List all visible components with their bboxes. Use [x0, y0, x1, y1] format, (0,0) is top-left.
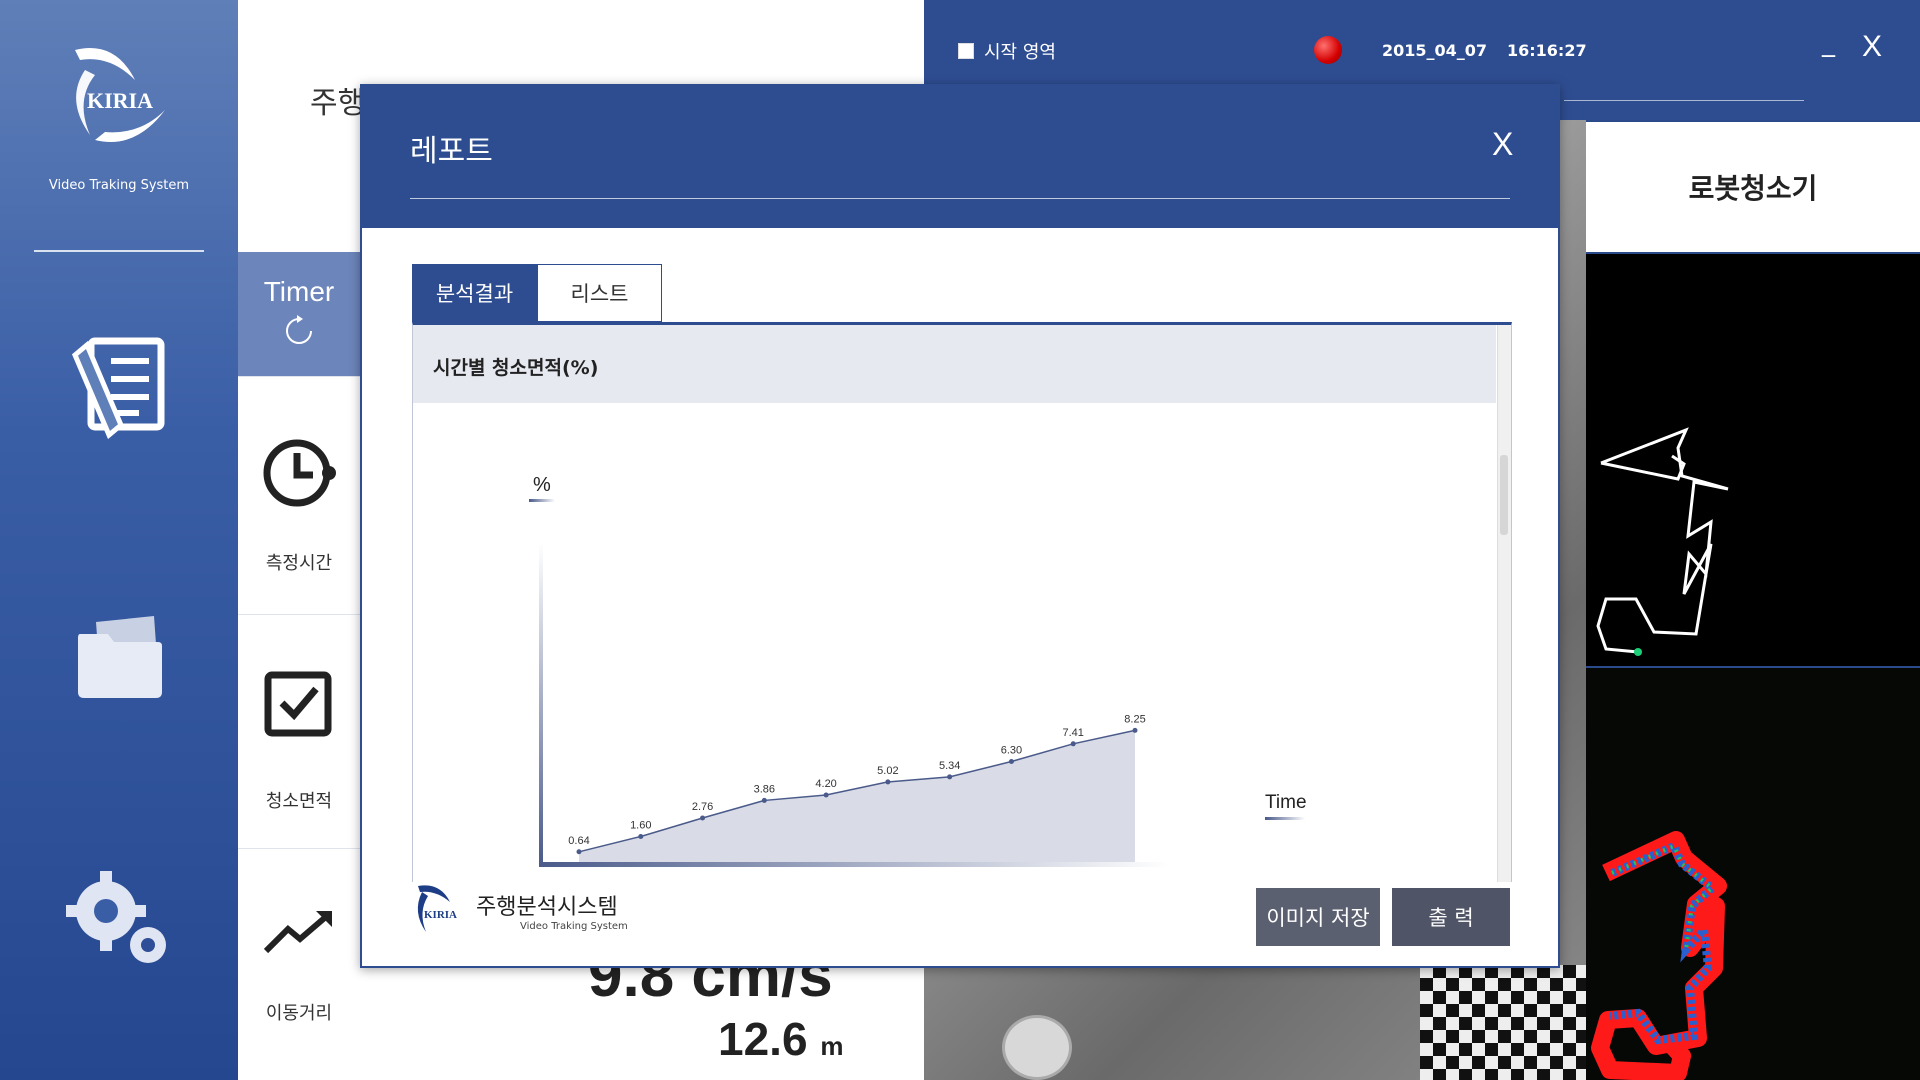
- metric-distance[interactable]: 이동거리: [238, 848, 360, 1080]
- trend-up-icon: [263, 911, 332, 954]
- sidebar-divider: [34, 250, 204, 252]
- y-axis-line: [539, 543, 543, 865]
- settings-gears-icon[interactable]: [62, 862, 176, 976]
- distance-number: 12.6: [718, 1013, 808, 1065]
- svg-text:KIRIA: KIRIA: [424, 909, 457, 921]
- chart-point: [823, 792, 829, 798]
- robot-marker: [1002, 1015, 1072, 1080]
- modal-title: 레포트: [410, 134, 493, 169]
- start-area-label: 시작 영역: [984, 42, 1056, 63]
- folder-icon[interactable]: [62, 600, 176, 714]
- section-header: 시간별 청소면적(%): [413, 325, 1496, 403]
- metric-label-area: 청소면적: [265, 791, 333, 812]
- chart-data-label: 5.34: [939, 760, 960, 772]
- chart-point: [1008, 759, 1014, 765]
- chart-svg: % Time 0.64 1.60 2.76 3.86 4.20 5.02 5.34 6.30 7…: [529, 474, 1307, 867]
- modal-header-divider: [410, 198, 1510, 199]
- print-button[interactable]: 출 력: [1392, 888, 1510, 946]
- record-indicator-icon[interactable]: [1314, 36, 1342, 64]
- metric-label-time: 측정시간: [265, 553, 333, 574]
- distance-value: 12.6 m: [718, 1012, 843, 1066]
- report-content: 시간별 청소면적(%) % Time 0.64 1.60 2.76 3.86 4…: [412, 322, 1512, 882]
- content-scrollbar[interactable]: [1497, 325, 1511, 882]
- chart-point: [638, 833, 644, 839]
- tab-list[interactable]: 리스트: [537, 264, 662, 322]
- chart-data-label: 4.20: [815, 778, 836, 790]
- x-axis-line: [539, 862, 1169, 867]
- chart-data-label: 0.64: [568, 835, 589, 847]
- chart-data-label: 2.76: [692, 801, 713, 813]
- coverage-heatmap-panel: [1586, 668, 1920, 1080]
- minimize-button[interactable]: _: [1822, 28, 1835, 58]
- trajectory-panel: [1586, 254, 1920, 666]
- logo-text: KIRIA: [87, 88, 153, 113]
- save-image-button[interactable]: 이미지 저장: [1256, 888, 1380, 946]
- report-tabs: 분석결과 리스트: [412, 264, 662, 322]
- footer-title: 주행분석시스템: [476, 894, 618, 920]
- chart-point: [700, 815, 706, 821]
- sidebar: KIRIA Video Traking System: [0, 0, 238, 1080]
- close-window-button[interactable]: X: [1862, 30, 1882, 64]
- page-title: 주행: [310, 86, 366, 121]
- section-title: 시간별 청소면적(%): [433, 357, 599, 379]
- modal-close-button[interactable]: X: [1492, 126, 1513, 163]
- checkerboard-pattern: [1420, 965, 1586, 1080]
- chart-point: [576, 849, 582, 855]
- chart-point: [1132, 727, 1138, 733]
- chart-data-label: 1.60: [630, 819, 651, 831]
- kiria-footer-logo: KIRIA: [417, 885, 457, 932]
- chart-point: [1070, 741, 1076, 747]
- metric-clean-area[interactable]: 청소면적: [238, 614, 360, 848]
- date-display: 2015_04_07: [1382, 41, 1488, 60]
- clean-area-chart: % Time 0.64 1.60 2.76 3.86 4.20 5.02 5.34 6.30 7…: [413, 403, 1496, 882]
- scrollbar-thumb[interactable]: [1500, 455, 1508, 535]
- report-modal: 레포트 X 분석결과 리스트 시간별 청소면적(%) % Time 0.64 1…: [360, 84, 1560, 968]
- x-axis-label: Time: [1265, 792, 1307, 813]
- chart-data-label: 7.41: [1063, 727, 1084, 739]
- footer-subtitle: Video Traking System: [520, 920, 628, 932]
- kiria-logo: KIRIA: [55, 40, 185, 150]
- device-title: 로봇청소기: [1586, 122, 1920, 252]
- chart-data-label: 5.02: [877, 765, 898, 777]
- tab-analysis[interactable]: 분석결과: [412, 264, 537, 322]
- chart-data-label: 6.30: [1001, 745, 1022, 757]
- topbar-divider: [1564, 100, 1804, 101]
- chart-point: [947, 774, 953, 780]
- chart-data-label: 8.25: [1124, 713, 1145, 725]
- metric-measure-time[interactable]: 측정시간: [238, 376, 360, 614]
- chart-point: [761, 797, 767, 803]
- start-area-toggle[interactable]: 시작 영역: [958, 38, 1056, 64]
- metric-label-distance: 이동거리: [265, 1003, 333, 1024]
- chart-data-label: 3.86: [754, 783, 775, 795]
- timer-tab[interactable]: Timer: [238, 252, 360, 376]
- refresh-icon[interactable]: [282, 314, 316, 348]
- clock-icon: [263, 439, 336, 507]
- y-label-underline: [529, 499, 555, 502]
- y-axis-label: %: [533, 474, 551, 496]
- footer-branding: KIRIA 주행분석시스템 Video Traking System: [410, 882, 628, 938]
- distance-unit: m: [820, 1031, 844, 1061]
- chart-point: [885, 779, 891, 785]
- checkbox-icon: [264, 671, 332, 737]
- modal-header: 레포트 X: [362, 86, 1558, 228]
- app-subtitle: Video Traking System: [48, 178, 190, 193]
- timer-label: Timer: [263, 276, 335, 307]
- report-document-icon[interactable]: [62, 330, 176, 444]
- start-area-checkbox[interactable]: [958, 43, 974, 59]
- time-display: 16:16:27: [1507, 41, 1587, 60]
- x-label-underline: [1265, 817, 1305, 820]
